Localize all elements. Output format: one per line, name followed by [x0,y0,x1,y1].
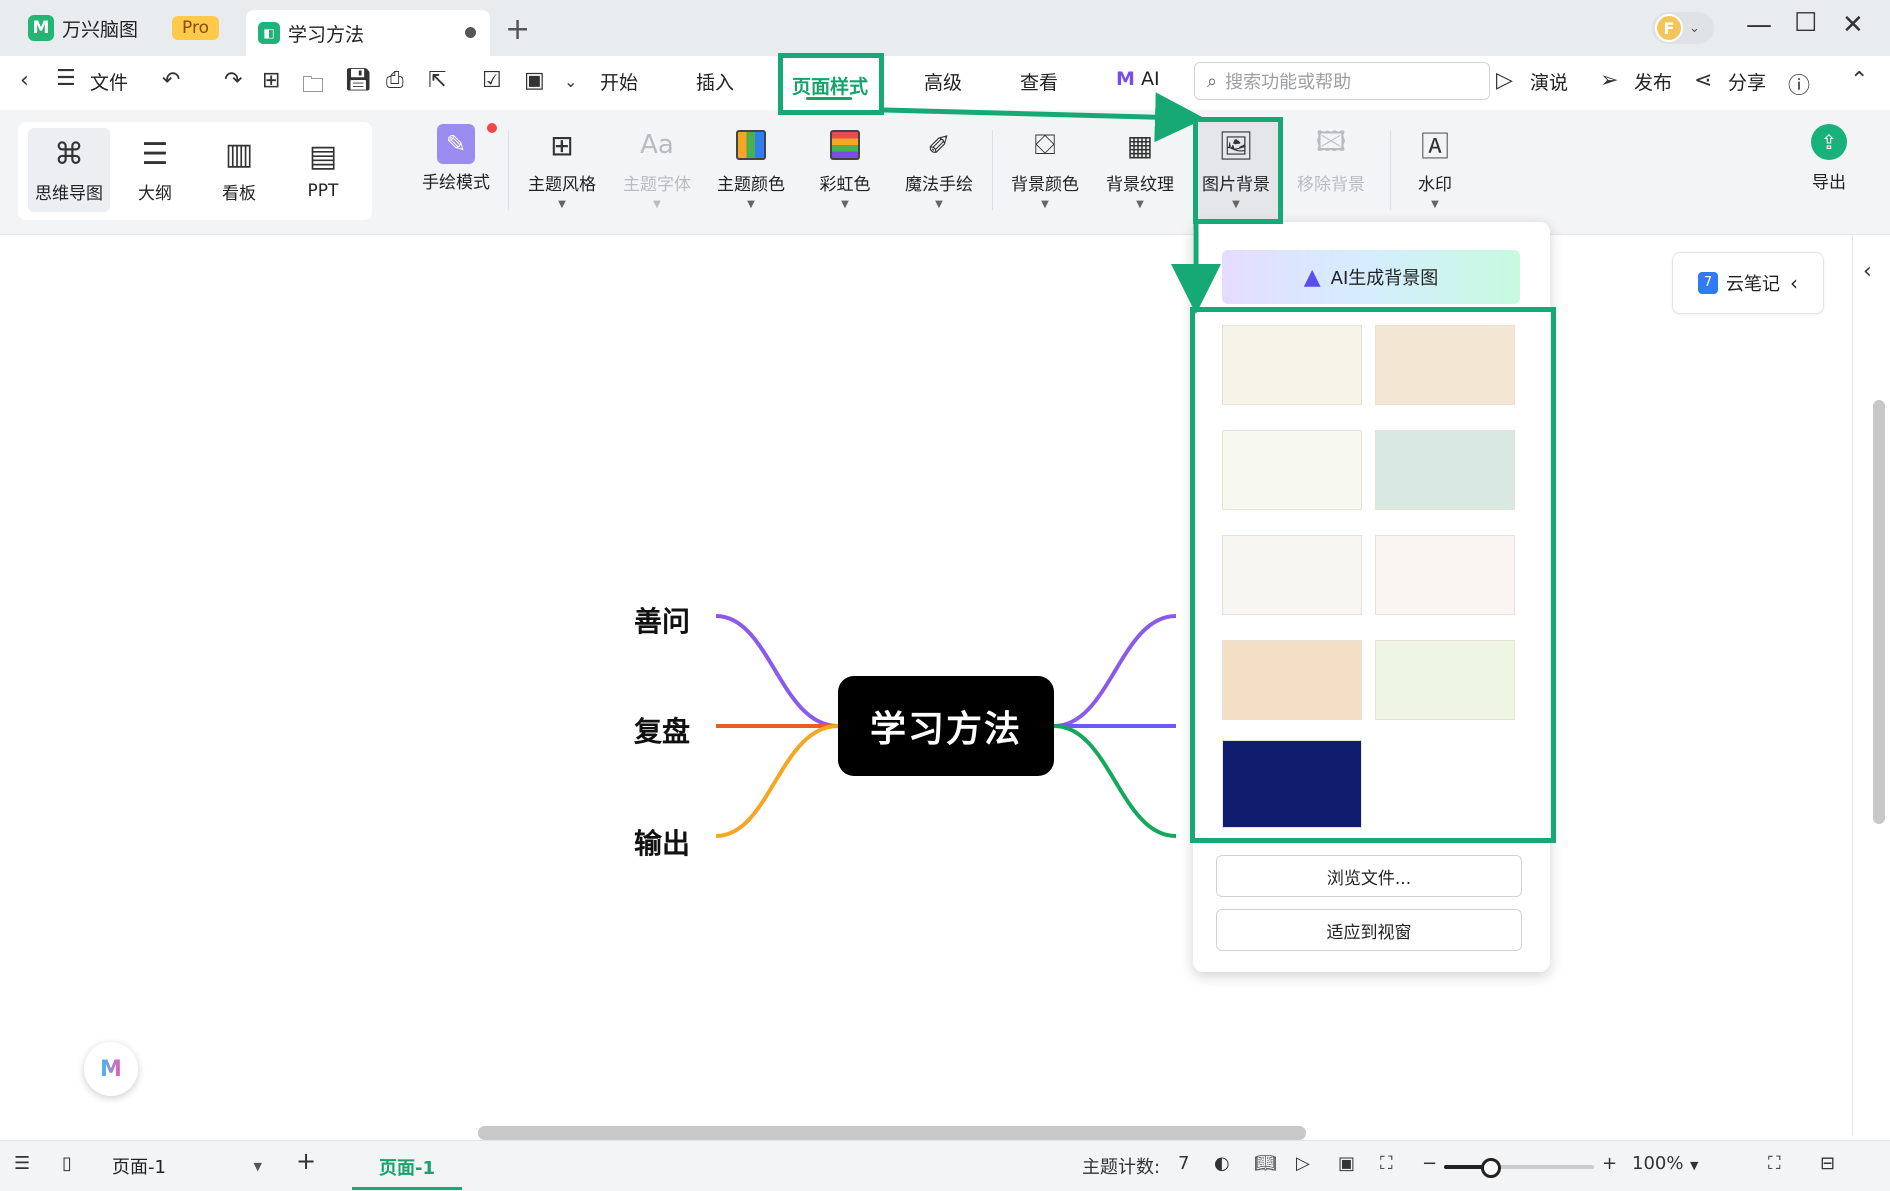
topic-count-label: 主题计数: [1082,1157,1161,1178]
zoom-slider-knob[interactable] [1481,1158,1501,1178]
zoom-slider-track[interactable] [1444,1158,1594,1178]
annotation-arrows [883,92,1221,314]
page-select-label: 页面-1 [112,1157,166,1178]
arrow-to-image-bg [883,92,1205,143]
status-bar: ☰ ▯ 页面-1 ▼ + 页面-1 主题计数: 7 ◐ 📖︎ ▷ ▣ ⛶ − +… [0,1140,1890,1191]
fullscreen-icon[interactable]: ⛶ [1768,1153,1781,1174]
collapse-panel-icon[interactable]: ⊟ [1820,1153,1835,1174]
dropdown-caret-icon: ▼ [253,1159,262,1173]
book-icon[interactable]: 📖︎ [1254,1153,1277,1174]
outline-toggle-icon[interactable]: ☰ [14,1153,30,1174]
zoom-in-icon[interactable]: + [1602,1153,1617,1174]
zoom-dropdown-caret-icon[interactable]: ▼ [1690,1159,1698,1172]
add-page-plus-icon[interactable]: + [296,1147,316,1175]
theme-icon[interactable]: ◐ [1214,1153,1230,1174]
page-tab[interactable]: 页面-1 [352,1147,462,1190]
page-select[interactable]: 页面-1 ▼ [112,1149,262,1183]
page-panel-icon[interactable]: ▯ [62,1153,72,1174]
fit-screen-icon[interactable]: ⛶ [1380,1153,1393,1174]
horizontal-scrollbar[interactable] [478,1126,1306,1140]
zoom-out-icon[interactable]: − [1422,1153,1437,1174]
topic-count-value: 7 [1178,1153,1190,1174]
zoom-level[interactable]: 100% [1632,1153,1683,1174]
slideshow-play-icon[interactable]: ▷ [1296,1153,1310,1174]
ai-assistant-floating-icon[interactable]: M [84,1042,138,1096]
fit-page-icon[interactable]: ▣ [1338,1153,1355,1174]
